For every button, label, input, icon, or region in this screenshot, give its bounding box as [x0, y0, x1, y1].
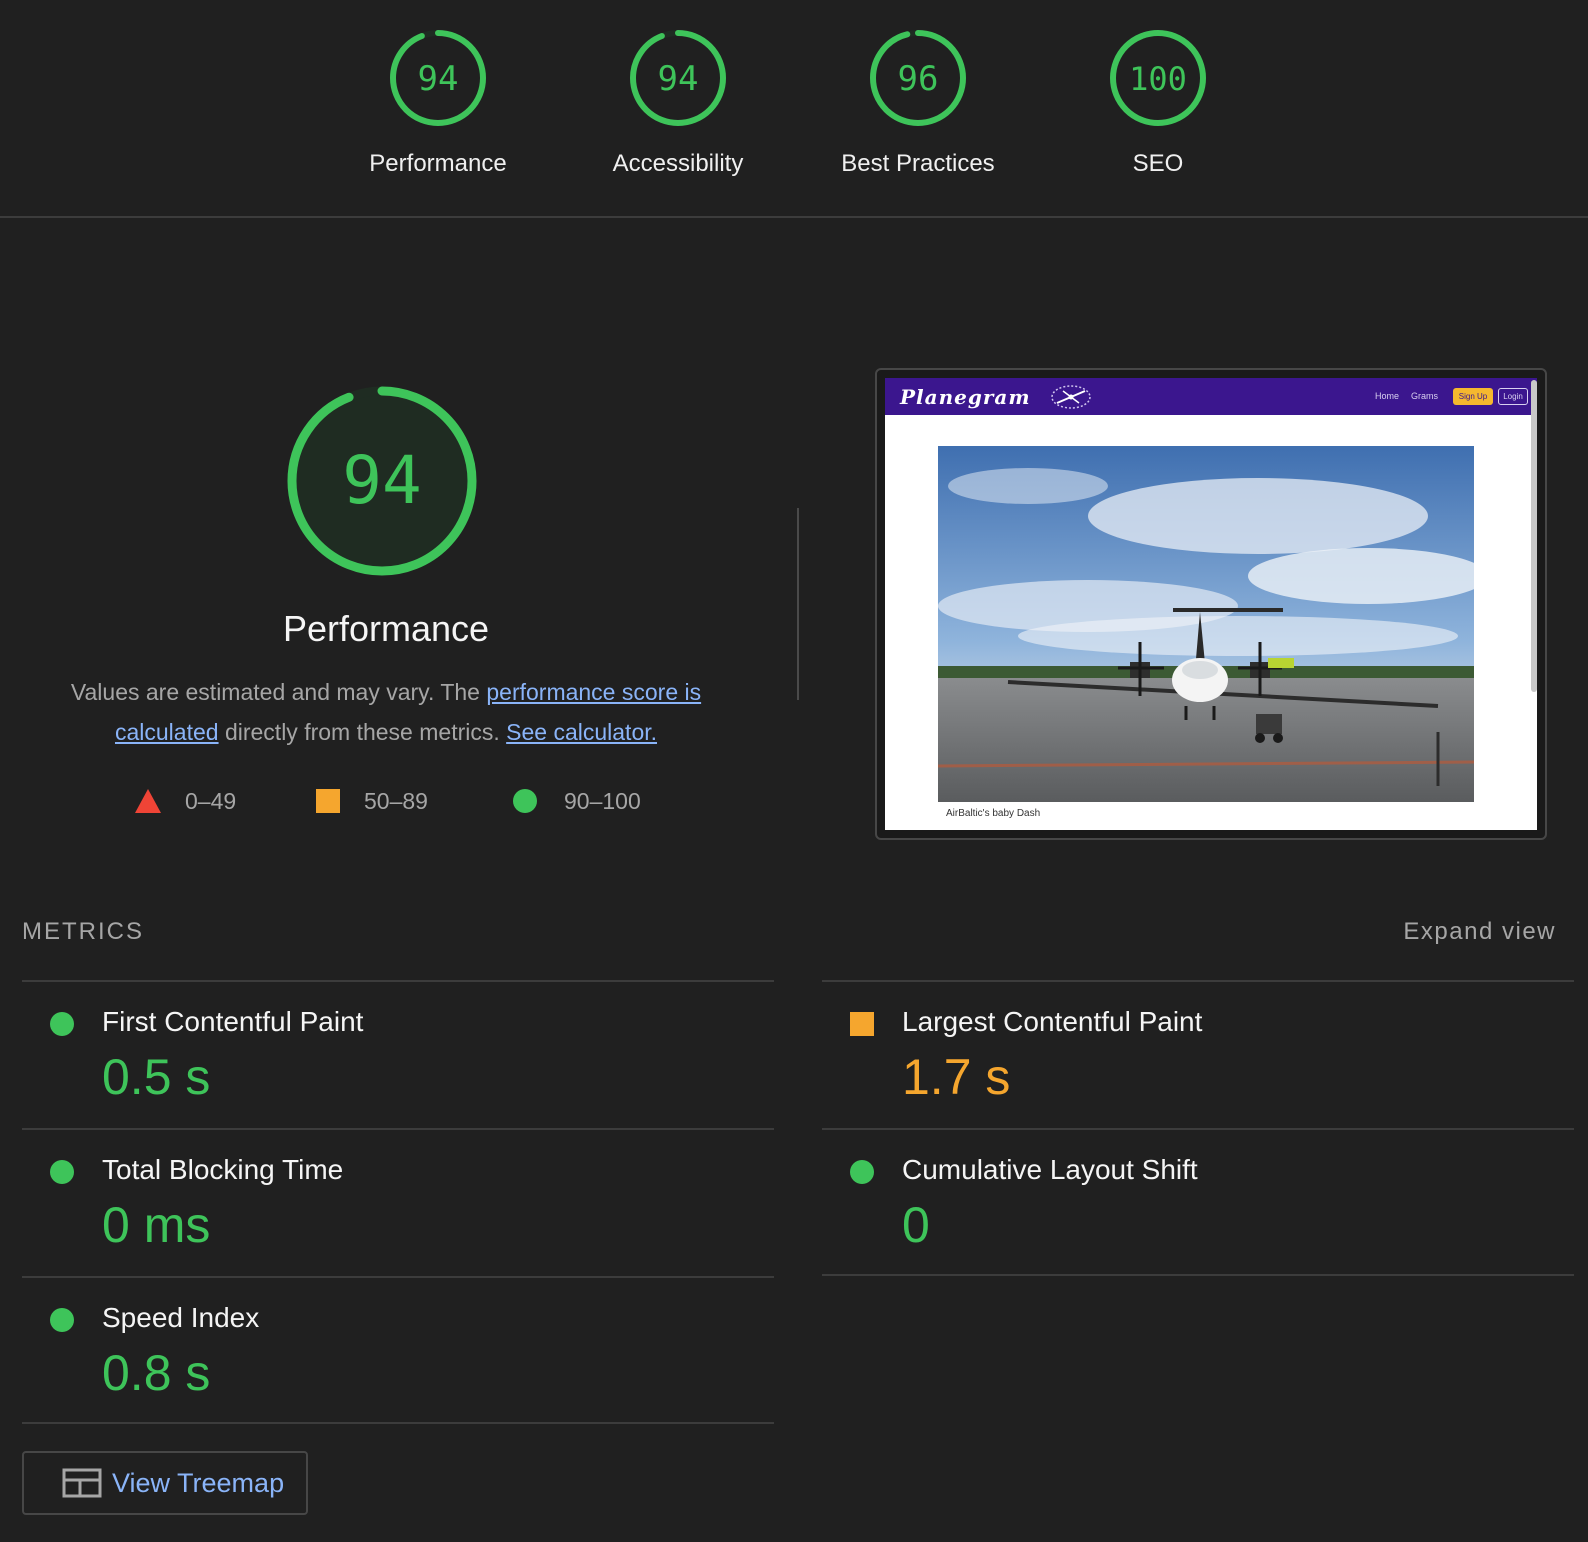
metric-total-blocking-time: Total Blocking Time 0 ms — [22, 1128, 774, 1276]
view-treemap-button[interactable]: View Treemap — [22, 1451, 308, 1515]
legend-range: 50–89 — [364, 787, 428, 814]
metric-title: Largest Contentful Paint — [902, 1006, 1203, 1037]
propeller-icon — [1051, 385, 1091, 409]
description-text: directly from these metrics. — [218, 719, 507, 745]
gauge-label: Best Practices — [841, 150, 995, 177]
gauge-ring: 94 — [630, 30, 726, 126]
gauge-seo[interactable]: 100 SEO — [1038, 28, 1278, 178]
gauge-ring: 100 — [1110, 30, 1206, 126]
gauge-best-practices[interactable]: 96 Best Practices — [798, 28, 1038, 178]
legend-range: 90–100 — [564, 787, 641, 814]
site-login-button: Login — [1498, 388, 1528, 405]
screenshot-caption: AirBaltic's baby Dash — [946, 808, 1041, 819]
description-text: Values are estimated and may vary. The — [70, 679, 487, 705]
metric-title: Total Blocking Time — [102, 1154, 344, 1185]
vertical-divider — [797, 508, 799, 700]
airplane-photo — [938, 446, 1474, 802]
metric-first-contentful-paint: First Contentful Paint 0.5 s — [22, 980, 774, 1128]
square-icon — [316, 789, 340, 813]
metric-value: 1.7 s — [902, 1049, 1011, 1105]
triangle-icon — [135, 789, 161, 813]
metric-title: Cumulative Layout Shift — [902, 1154, 1198, 1185]
metric-value: 0 — [902, 1197, 930, 1253]
pass-circle-icon — [850, 1160, 874, 1184]
metrics-heading: METRICS — [22, 918, 144, 945]
pass-circle-icon — [50, 1160, 74, 1184]
legend-range: 0–49 — [185, 787, 237, 814]
site-signup-button: Sign Up — [1453, 388, 1493, 405]
expand-view-toggle[interactable]: Expand view — [1403, 918, 1556, 946]
circle-icon — [513, 789, 537, 813]
metric-speed-index: Speed Index 0.8 s — [22, 1276, 774, 1424]
gauge-label: Performance — [369, 150, 507, 177]
average-square-icon — [850, 1012, 874, 1036]
pass-circle-icon — [50, 1308, 74, 1332]
legend-fail: 0–49 — [135, 786, 236, 816]
screenshot-scrollbar — [1531, 380, 1537, 692]
metric-cumulative-layout-shift: Cumulative Layout Shift 0 — [822, 1128, 1574, 1276]
legend-average: 50–89 — [316, 786, 428, 816]
performance-score: 94 — [342, 442, 421, 519]
site-logo: Planegram — [900, 385, 1031, 409]
gauge-label: Accessibility — [612, 150, 744, 177]
site-nav-grams: Grams — [1411, 391, 1438, 401]
treemap-icon — [62, 1468, 102, 1498]
metric-title: First Contentful Paint — [102, 1006, 364, 1037]
legend-pass: 90–100 — [513, 786, 641, 816]
pass-circle-icon — [50, 1012, 74, 1036]
gauge-score: 94 — [418, 59, 459, 99]
site-nav-home: Home — [1375, 391, 1400, 401]
gauge-ring: 94 — [390, 30, 486, 126]
metric-value: 0.5 s — [102, 1049, 211, 1105]
gauge-ring: 96 — [870, 30, 966, 126]
screenshot-page: Planegram Home Grams Sign Up Login AirBa… — [885, 378, 1537, 830]
final-screenshot[interactable]: Planegram Home Grams Sign Up Login AirBa… — [875, 368, 1547, 840]
metric-largest-contentful-paint: Largest Contentful Paint 1.7 s — [822, 980, 1574, 1128]
score-summary: 94 Performance 94 Accessibility 96 Best … — [0, 0, 1588, 218]
performance-title: Performance — [282, 608, 490, 649]
metric-value: 0 ms — [102, 1197, 211, 1253]
gauge-score: 96 — [898, 59, 939, 99]
see-calculator-link[interactable]: See calculator. — [506, 719, 657, 745]
gauge-performance[interactable]: 94 Performance — [318, 28, 558, 178]
performance-gauge: 94 — [287, 386, 477, 576]
performance-description: Values are estimated and may vary. The p… — [40, 672, 732, 752]
gauge-label: SEO — [1132, 150, 1184, 177]
metric-value: 0.8 s — [102, 1345, 211, 1401]
gauge-accessibility[interactable]: 94 Accessibility — [558, 28, 798, 178]
view-treemap-label: View Treemap — [112, 1467, 285, 1498]
metric-title: Speed Index — [102, 1302, 260, 1333]
gauge-score: 94 — [658, 59, 699, 99]
gauge-score: 100 — [1129, 60, 1187, 98]
site-navbar: Planegram Home Grams Sign Up Login — [885, 378, 1537, 415]
